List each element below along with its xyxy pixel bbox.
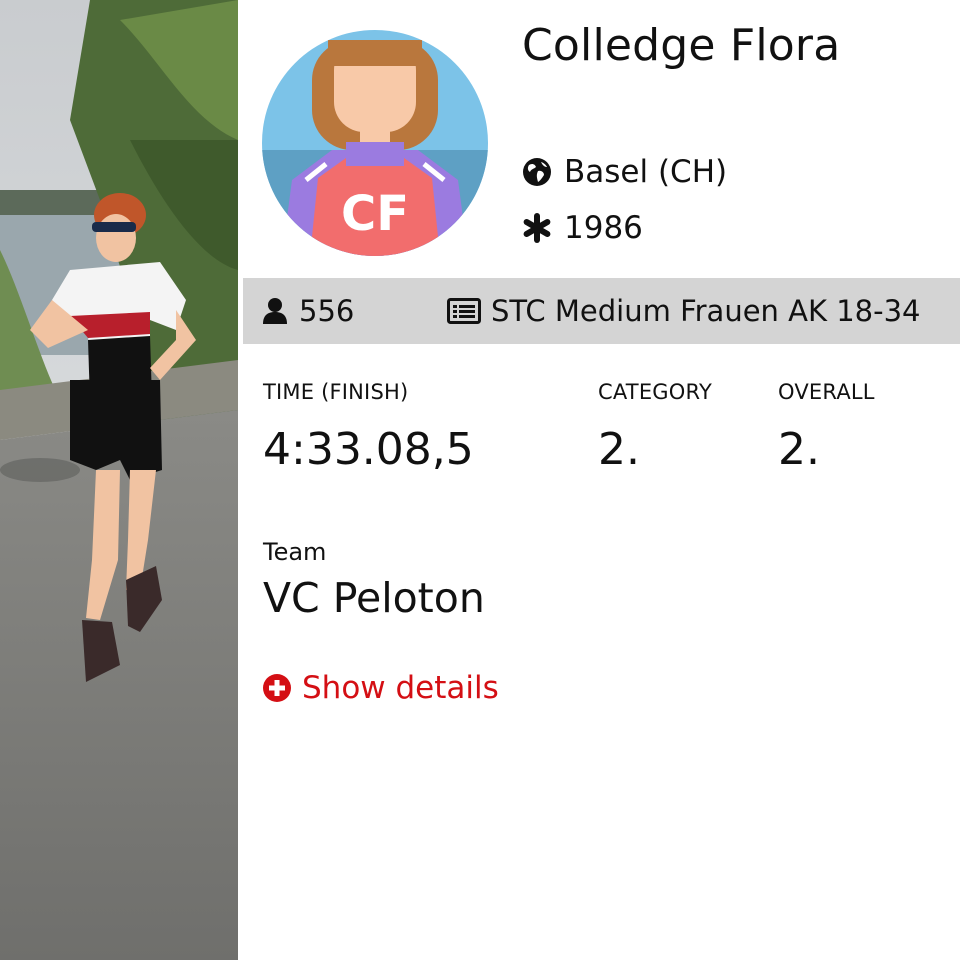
- user-icon: [261, 297, 289, 325]
- overall-rank-label: OVERALL: [778, 380, 875, 404]
- time-finish-label: TIME (FINISH): [263, 380, 409, 404]
- bib-text: 556: [299, 294, 355, 328]
- list-icon: [447, 297, 481, 325]
- category-rank-label: CATEGORY: [598, 380, 712, 404]
- bib-category-bar: 556 STC Medium Frauen AK 18-34: [243, 278, 960, 344]
- asterisk-icon: [522, 213, 552, 243]
- birth-year-text: 1986: [564, 210, 643, 246]
- category-rank-value: 2.: [598, 424, 640, 475]
- avatar-initials: CF: [341, 186, 409, 242]
- team-label: Team: [263, 538, 327, 566]
- overall-rank-value: 2.: [778, 424, 820, 475]
- athlete-name: Colledge Flora: [522, 20, 841, 71]
- show-details-label: Show details: [302, 670, 499, 706]
- globe-icon: [522, 157, 552, 187]
- category-name: STC Medium Frauen AK 18-34: [447, 294, 921, 328]
- city-text: Basel (CH): [564, 154, 728, 190]
- athlete-result-panel: CF Colledge Flora Basel (CH) 1986 556 ST…: [238, 0, 960, 960]
- show-details-link[interactable]: Show details: [262, 670, 499, 706]
- athlete-avatar: CF: [262, 30, 488, 256]
- team-value: VC Peloton: [263, 574, 485, 622]
- bib-number: 556: [261, 294, 447, 328]
- category-text: STC Medium Frauen AK 18-34: [491, 294, 921, 328]
- plus-circle-icon: [262, 673, 292, 703]
- athlete-birth-year: 1986: [522, 210, 643, 246]
- athlete-photo: [0, 0, 238, 960]
- time-finish-value: 4:33.08,5: [263, 424, 474, 475]
- athlete-city: Basel (CH): [522, 154, 727, 190]
